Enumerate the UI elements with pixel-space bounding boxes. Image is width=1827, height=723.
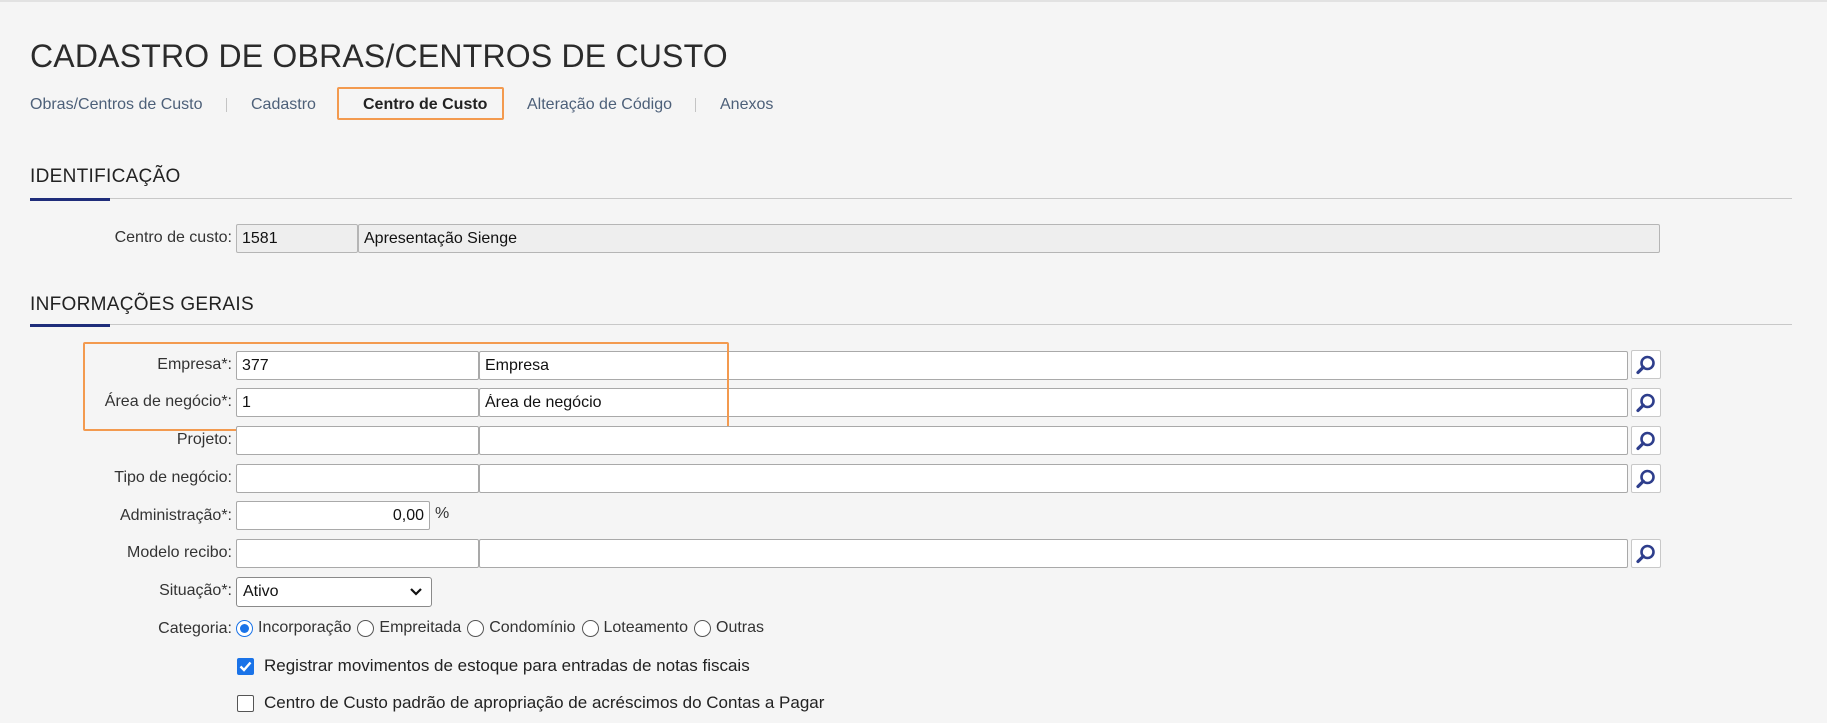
categoria-option-empreitada[interactable]: Empreitada <box>357 619 461 637</box>
categoria-option-incorporacao[interactable]: Incorporação <box>236 619 351 637</box>
tab-separator <box>226 98 227 112</box>
cc-padrao-label: Centro de Custo padrão de apropriação de… <box>264 693 825 712</box>
top-divider <box>0 0 1827 2</box>
area-de-negocio-lookup-button[interactable] <box>1631 388 1661 417</box>
section-accent-bar <box>30 324 110 327</box>
situacao-select[interactable]: Ativo <box>236 577 432 607</box>
checkbox-unchecked <box>237 694 254 712</box>
empresa-lookup-button[interactable] <box>1631 350 1661 379</box>
cc-padrao-checkbox[interactable]: Centro de Custo padrão de apropriação de… <box>237 693 824 713</box>
projeto-lookup-button[interactable] <box>1631 426 1661 455</box>
area-de-negocio-label: Área de negócio*: <box>104 393 232 410</box>
administracao-field[interactable] <box>236 501 430 530</box>
section-title-informacoes-gerais: INFORMAÇÕES GERAIS <box>30 294 254 315</box>
modelo-recibo-code-field[interactable] <box>236 539 479 568</box>
chevron-down-icon <box>410 588 422 596</box>
centro-de-custo-code-field <box>236 224 358 253</box>
checkbox-checked <box>237 657 254 675</box>
search-icon <box>1636 355 1655 374</box>
administracao-unit: % <box>435 505 450 522</box>
search-icon <box>1636 393 1655 412</box>
categoria-option-loteamento[interactable]: Loteamento <box>581 619 688 637</box>
tipo-de-negocio-code-field[interactable] <box>236 464 479 493</box>
search-icon <box>1636 469 1655 488</box>
checkmark-icon <box>239 661 252 672</box>
projeto-name-field[interactable] <box>479 426 1628 455</box>
radio-selected <box>236 619 253 637</box>
centro-de-custo-name-field <box>358 224 1660 253</box>
tab-alteracao-de-codigo[interactable]: Alteração de Código <box>527 92 672 118</box>
section-title-identificacao: IDENTIFICAÇÃO <box>30 166 181 187</box>
projeto-code-field[interactable] <box>236 426 479 455</box>
administracao-label: Administração*: <box>119 507 232 524</box>
categoria-option-condominio[interactable]: Condomínio <box>467 619 576 637</box>
empresa-label: Empresa*: <box>157 356 232 373</box>
tab-separator <box>695 98 696 112</box>
area-de-negocio-code-field[interactable] <box>236 388 479 417</box>
radio-unselected <box>467 619 485 637</box>
section-accent-bar <box>30 198 110 201</box>
situacao-selected-value: Ativo <box>243 583 279 600</box>
tab-anexos[interactable]: Anexos <box>720 92 773 118</box>
empresa-code-field[interactable] <box>236 351 479 380</box>
radio-unselected <box>694 619 712 637</box>
projeto-label: Projeto: <box>176 431 232 448</box>
centro-de-custo-label: Centro de custo: <box>114 229 232 246</box>
categoria-option-outras[interactable]: Outras <box>694 619 764 637</box>
search-icon <box>1636 544 1655 563</box>
situacao-label: Situação*: <box>159 582 232 599</box>
modelo-recibo-lookup-button[interactable] <box>1631 539 1661 568</box>
registrar-estoque-checkbox[interactable]: Registrar movimentos de estoque para ent… <box>237 656 750 676</box>
modelo-recibo-name-field[interactable] <box>479 539 1628 568</box>
section-divider <box>30 198 1792 199</box>
search-icon <box>1636 431 1655 450</box>
modelo-recibo-label: Modelo recibo: <box>127 544 232 561</box>
tab-obras-centros-de-custo[interactable]: Obras/Centros de Custo <box>30 92 203 118</box>
radio-unselected <box>357 619 375 637</box>
page-title: CADASTRO DE OBRAS/CENTROS DE CUSTO <box>30 38 728 74</box>
tab-cadastro[interactable]: Cadastro <box>251 92 316 118</box>
tipo-de-negocio-label: Tipo de negócio: <box>114 469 232 486</box>
categoria-radio-group: Incorporação Empreitada Condomínio Lotea… <box>236 619 770 637</box>
tipo-de-negocio-name-field[interactable] <box>479 464 1628 493</box>
radio-unselected <box>581 619 599 637</box>
section-divider <box>30 324 1792 325</box>
empresa-name-field[interactable] <box>479 351 1628 380</box>
categoria-label: Categoria: <box>158 620 232 637</box>
registrar-estoque-label: Registrar movimentos de estoque para ent… <box>264 656 750 675</box>
tab-centro-de-custo[interactable]: Centro de Custo <box>363 92 487 118</box>
tipo-de-negocio-lookup-button[interactable] <box>1631 464 1661 493</box>
area-de-negocio-name-field[interactable] <box>479 388 1628 417</box>
